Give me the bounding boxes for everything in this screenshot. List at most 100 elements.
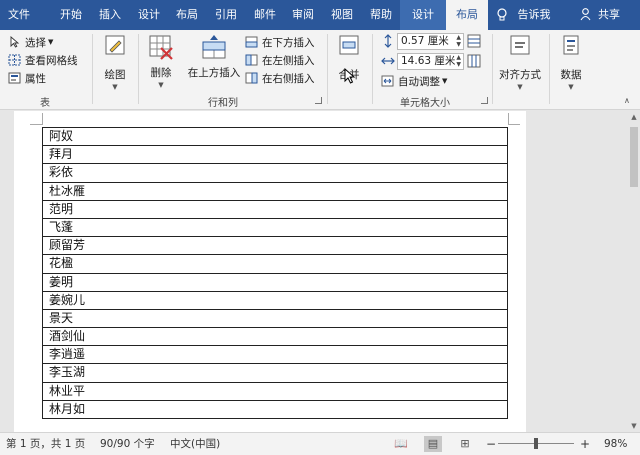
cursor-icon [10,36,20,48]
vertical-scrollbar[interactable]: ▲ ▼ [628,111,640,432]
table-row[interactable]: 花楹 [42,255,508,274]
chevron-down-icon: ▼ [517,83,523,91]
spinner-arrows-icon[interactable]: ▲ ▼ [456,54,461,68]
row-height-value: 0.57 厘米 [401,35,449,47]
row-height-field[interactable]: 0.57 厘米 ▲ ▼ [397,33,464,50]
row-height-icon [384,34,392,48]
alignment-button[interactable]: 对齐方式 ▼ [497,34,543,91]
table-row[interactable]: 姜明 [42,273,508,292]
tab-file[interactable]: 文件 [4,0,34,30]
draw-button[interactable]: 绘图 ▼ [98,34,132,91]
lightbulb-icon[interactable] [494,0,510,30]
tab-view[interactable]: 视图 [327,0,357,30]
margin-marker [42,113,43,125]
data-button[interactable]: 数据 ▼ [555,34,587,91]
table-row[interactable]: 顾留芳 [42,237,508,256]
tab-mailings[interactable]: 邮件 [250,0,280,30]
read-mode-icon[interactable]: 📖 [392,436,410,452]
scrollbar-thumb[interactable] [630,127,638,187]
zoom-out-icon[interactable]: − [486,433,496,455]
merge-cells-icon [339,35,359,55]
scroll-down-icon[interactable]: ▼ [628,420,640,432]
table-row[interactable]: 酒剑仙 [42,328,508,347]
word-count[interactable]: 90/90 个字 [100,433,155,455]
table-row[interactable]: 姜婉儿 [42,291,508,310]
spinner-arrows-icon[interactable]: ▲ ▼ [456,34,461,48]
ribbon-separator [327,34,328,104]
insert-left-button[interactable]: 在左侧插入 [245,51,315,69]
collapse-ribbon-icon[interactable]: ∧ [624,96,630,105]
person-icon[interactable] [578,0,592,30]
page-count[interactable]: 第 1 页，共 1 页 [6,433,85,455]
select-button[interactable]: 选择 ▼ [8,33,53,51]
language-indicator[interactable]: 中文(中国) [170,433,220,455]
scroll-up-icon[interactable]: ▲ [628,111,640,123]
tab-design[interactable]: 设计 [134,0,164,30]
chevron-down-icon: ▼ [48,38,54,46]
table-row[interactable]: 阿奴 [42,128,508,147]
delete-table-icon [149,35,173,60]
alignment-icon [510,35,530,55]
zoom-in-icon[interactable]: + [580,433,590,455]
alignment-label: 对齐方式 [499,69,541,81]
table-row[interactable]: 拜月 [42,146,508,165]
tell-me-search[interactable]: 告诉我 [512,0,556,30]
table-row[interactable]: 飞蓬 [42,218,508,238]
table-row[interactable]: 林月如 [42,400,508,419]
insert-above-button[interactable]: 在上方插入 [186,34,242,80]
tab-insert[interactable]: 插入 [95,0,125,30]
group-label-rows-cols: 行和列 [208,98,238,109]
tab-table-design[interactable]: 设计 [400,0,446,30]
delete-button[interactable]: 删除 ▼ [144,34,178,89]
zoom-slider-thumb[interactable] [534,438,538,449]
ribbon-tab-bar: 文件 开始 插入 设计 布局 引用 邮件 审阅 视图 帮助 设计 布局 告诉我 … [0,0,640,30]
tab-references[interactable]: 引用 [211,0,241,30]
select-label: 选择 [25,36,46,49]
name-table: 阿奴 拜月 彩依 杜冰雁 范明 飞蓬 顾留芳 花楹 姜明 姜婉儿 景天 酒剑仙 … [42,127,508,419]
table-row[interactable]: 彩依 [42,164,508,183]
insert-below-label: 在下方插入 [262,36,315,49]
ribbon-separator [549,34,550,104]
table-row[interactable]: 李逍遥 [42,346,508,365]
table-row[interactable]: 林业平 [42,382,508,401]
table-row[interactable]: 范明 [42,200,508,219]
ribbon-separator [92,34,93,104]
tab-layout[interactable]: 布局 [172,0,202,30]
column-width-icon [381,57,395,65]
column-width-field[interactable]: 14.63 厘米 ▲ ▼ [397,53,464,70]
document-page: 阿奴 拜月 彩依 杜冰雁 范明 飞蓬 顾留芳 花楹 姜明 姜婉儿 景天 酒剑仙 … [14,111,526,432]
insert-right-button[interactable]: 在右侧插入 [245,69,315,87]
properties-button[interactable]: 属性 [8,69,46,87]
share-button[interactable]: 共享 [594,0,624,30]
status-bar: 第 1 页，共 1 页 90/90 个字 中文(中国) 📖 ▤ ⊞ − + 98… [0,432,640,455]
dialog-launcher-icon[interactable] [481,97,488,104]
print-layout-icon[interactable]: ▤ [424,436,442,452]
insert-right-label: 在右侧插入 [262,72,315,85]
view-gridlines-button[interactable]: 查看网格线 [8,51,78,69]
distribute-columns-icon[interactable] [467,54,481,68]
insert-left-label: 在左侧插入 [262,54,315,67]
insert-above-label: 在上方插入 [187,67,241,79]
tab-table-layout[interactable]: 布局 [446,0,488,30]
table-row[interactable]: 杜冰雁 [42,182,508,201]
insert-below-button[interactable]: 在下方插入 [245,33,315,51]
chevron-down-icon: ▼ [158,81,164,89]
group-label-cell-size: 单元格大小 [400,98,450,109]
distribute-rows-icon[interactable] [467,34,481,48]
autofit-icon [381,75,394,87]
web-layout-icon[interactable]: ⊞ [456,436,474,452]
insert-below-icon [245,36,258,48]
delete-label: 删除 [150,67,172,79]
document-area: 阿奴 拜月 彩依 杜冰雁 范明 飞蓬 顾留芳 花楹 姜明 姜婉儿 景天 酒剑仙 … [0,111,628,432]
grid-icon [8,54,21,66]
mouse-pointer-icon [344,68,356,84]
tab-help[interactable]: 帮助 [366,0,396,30]
ribbon-separator [492,34,493,104]
autofit-button[interactable]: 自动调整 ▼ [381,72,447,90]
zoom-level[interactable]: 98% [604,433,627,455]
tab-review[interactable]: 审阅 [288,0,318,30]
table-row[interactable]: 李玉湖 [42,364,508,383]
dialog-launcher-icon[interactable] [315,97,322,104]
table-row[interactable]: 景天 [42,309,508,329]
tab-home[interactable]: 开始 [56,0,86,30]
